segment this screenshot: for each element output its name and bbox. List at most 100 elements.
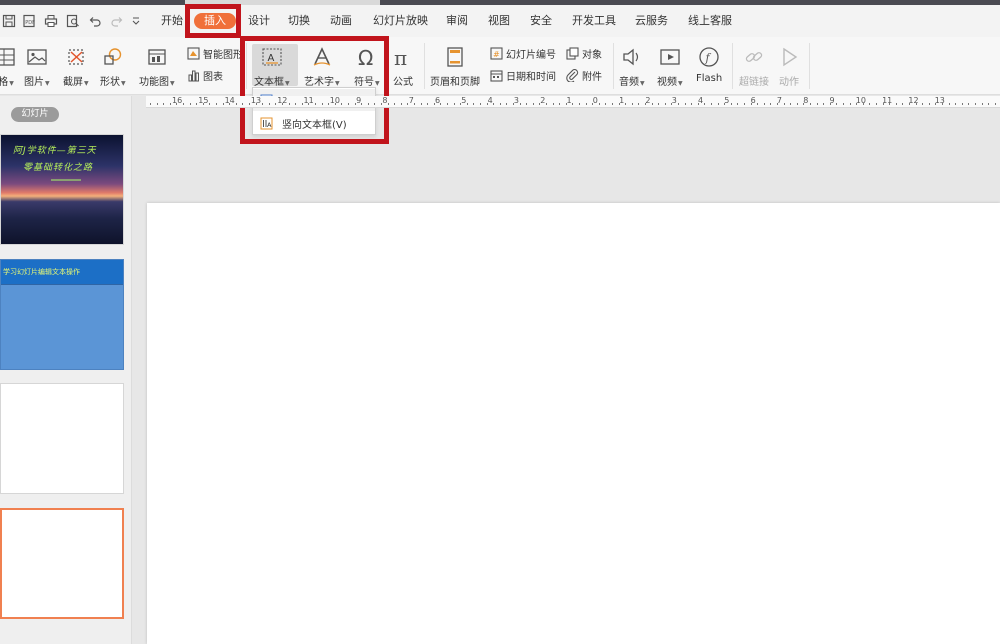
print-preview-icon[interactable] (66, 14, 80, 28)
slide-1-subtitle-mark (51, 179, 81, 181)
ruler-tick (394, 103, 396, 105)
slide-thumbnail-4-selected[interactable] (0, 508, 124, 619)
menu-animation[interactable]: 动画 (330, 14, 352, 28)
svg-text:#: # (493, 50, 500, 59)
ruler-tick (975, 103, 976, 105)
ruler-tick (420, 103, 422, 105)
flash-button[interactable]: f Flash (696, 45, 722, 84)
ruler-tick (447, 103, 448, 105)
ruler-tick (856, 103, 858, 105)
object-icon (566, 47, 579, 60)
ruler-tick (453, 103, 455, 105)
date-time-button[interactable]: 日期和时间 (490, 68, 556, 83)
menu-view[interactable]: 视图 (488, 14, 510, 28)
ruler-number: 1 (619, 96, 625, 105)
ruler-tick (532, 103, 534, 105)
undo-icon[interactable] (88, 14, 102, 28)
ruler-tick (156, 103, 158, 105)
smart-graphic-button[interactable]: 智能图形 (187, 46, 243, 61)
flash-icon: f (697, 45, 721, 69)
ruler-tick (433, 103, 435, 105)
smart-graphic-icon (187, 47, 200, 60)
ribbon-separator (732, 43, 733, 89)
ruler-tick (499, 103, 501, 105)
ribbon-separator (809, 43, 810, 89)
header-footer-button[interactable]: 页眉和页脚 (430, 45, 480, 88)
ruler-tick (275, 103, 277, 105)
object-button[interactable]: 对象 (566, 46, 602, 61)
ruler-tick (810, 103, 811, 105)
ruler-tick (400, 103, 402, 105)
ruler-tick (961, 103, 963, 105)
ruler-tick (341, 103, 343, 105)
ruler-tick (750, 103, 752, 105)
ruler-tick (486, 103, 488, 105)
menu-home[interactable]: 开始 (161, 14, 183, 28)
ruler-tick (176, 103, 178, 105)
slide-thumbnail-3[interactable] (0, 383, 124, 494)
export-pdf-icon[interactable]: PDF (22, 14, 36, 28)
slides-tab[interactable]: 幻灯片 (11, 107, 59, 122)
ruler-tick (928, 103, 930, 105)
menu-transition[interactable]: 切换 (288, 14, 310, 28)
formula-button[interactable]: π 公式 (391, 45, 415, 88)
ruler-number: 5 (461, 96, 467, 105)
screenshot-button[interactable]: 截屏▼ (63, 45, 89, 88)
ruler-tick (717, 103, 719, 105)
ruler-tick (697, 103, 699, 105)
save-icon[interactable] (2, 14, 16, 28)
ruler-tick (308, 103, 310, 105)
slide-thumbnail-1[interactable]: 阿J学软件—第三天 零基础转化之路 (0, 134, 124, 245)
ruler-tick (862, 103, 864, 105)
menu-developer[interactable]: 开发工具 (572, 14, 616, 28)
svg-text:f: f (705, 52, 712, 65)
video-button[interactable]: 视频▼ (657, 45, 683, 88)
ruler-tick (671, 103, 673, 105)
ruler-tick (612, 103, 613, 105)
ruler-tick (559, 103, 561, 105)
shapes-button[interactable]: 形状▼ (100, 45, 126, 88)
slide-2-title: 学习幻灯片编辑文本操作 (3, 268, 80, 276)
horizontal-ruler: 16 15 14 13 12 11 10 9 8 7 6 5 4 3 2 1 0 1 2 3 4 5 6 7 8 9 10 11 12 1… (146, 96, 1000, 108)
ruler-tick (605, 103, 607, 105)
hyperlink-button[interactable]: 超链接 (739, 45, 769, 88)
ruler-tick (150, 103, 151, 105)
ruler-number: 11 (882, 96, 893, 105)
menu-slideshow[interactable]: 幻灯片放映 (373, 14, 428, 28)
slide-canvas[interactable] (147, 203, 1000, 644)
customize-dropdown-icon[interactable] (129, 14, 143, 28)
ruler-tick (169, 103, 171, 105)
picture-button[interactable]: 图片▼ (24, 45, 50, 88)
ruler-tick (229, 103, 231, 105)
ruler-number: 6 (435, 96, 441, 105)
highlight-insert-tab (185, 4, 241, 38)
menu-cloud[interactable]: 云服务 (635, 14, 668, 28)
table-button[interactable]: 格▼ (0, 45, 18, 88)
action-button[interactable]: 动作 (777, 45, 801, 88)
menu-design[interactable]: 设计 (248, 14, 270, 28)
ruler-tick (691, 103, 693, 105)
menu-online-service[interactable]: 线上客服 (688, 14, 732, 28)
ruler-tick (823, 103, 825, 105)
print-icon[interactable] (44, 14, 58, 28)
slide-number-button[interactable]: # 幻灯片编号 (490, 46, 556, 61)
ruler-tick (480, 103, 481, 105)
menu-security[interactable]: 安全 (530, 14, 552, 28)
chart-button[interactable]: 图表 (187, 68, 223, 83)
audio-button[interactable]: 音频▼ (619, 45, 645, 88)
ruler-tick (440, 103, 442, 105)
ruler-tick (579, 103, 580, 105)
function-chart-button[interactable]: 功能图▼ (139, 45, 175, 88)
ruler-tick (315, 103, 316, 105)
menu-review[interactable]: 审阅 (446, 14, 468, 28)
redo-icon[interactable] (110, 14, 124, 28)
attachment-button[interactable]: 附件 (566, 68, 602, 83)
ruler-tick (942, 103, 943, 105)
play-action-icon (777, 45, 801, 69)
ruler-tick (770, 103, 772, 105)
ruler-tick (334, 103, 336, 105)
ruler-tick (565, 103, 567, 105)
attachment-label: 附件 (582, 72, 602, 83)
slide-thumbnail-2[interactable]: 学习幻灯片编辑文本操作 (0, 259, 124, 370)
shapes-icon (101, 45, 125, 69)
